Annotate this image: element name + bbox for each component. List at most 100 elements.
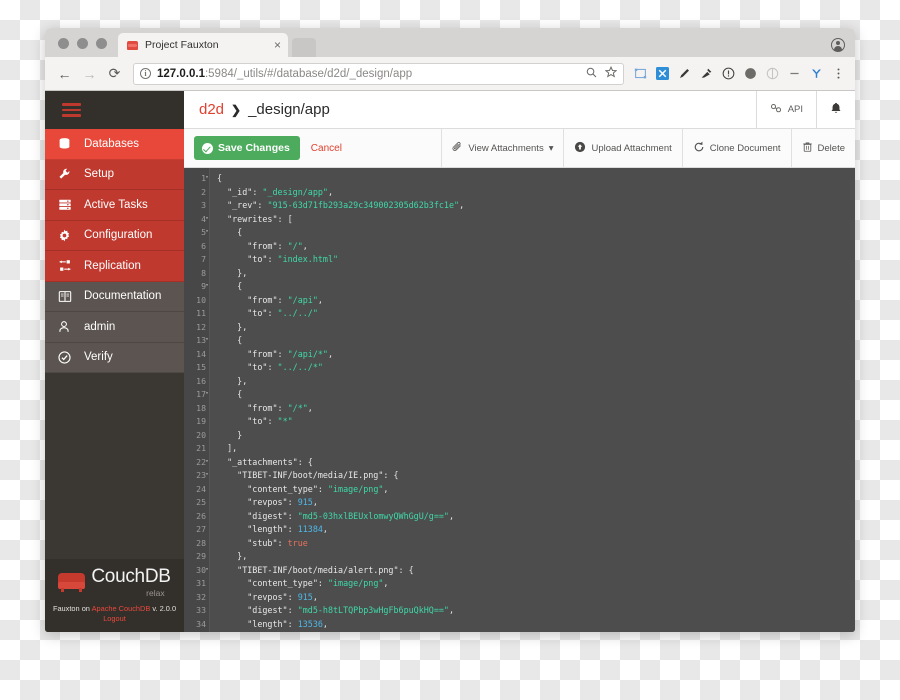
half-circle-icon[interactable] bbox=[765, 66, 780, 81]
couchdb-tagline: relax bbox=[146, 587, 165, 598]
sidebar-header bbox=[45, 91, 184, 129]
back-button[interactable]: ← bbox=[54, 63, 75, 84]
code-line: "stub": true bbox=[217, 631, 850, 632]
wrench-icon bbox=[58, 167, 77, 181]
editor-line-numbers: 1234567891011121314151617181920212223242… bbox=[184, 168, 210, 632]
line-number: 21 bbox=[196, 443, 206, 453]
delete-label: Delete bbox=[817, 142, 845, 154]
json-document-editor[interactable]: 1234567891011121314151617181920212223242… bbox=[184, 168, 855, 632]
code-line: "TIBET-INF/boot/media/alert.png": { bbox=[237, 564, 414, 575]
line-number: 17 bbox=[184, 387, 210, 402]
y-logo-icon[interactable] bbox=[809, 66, 824, 81]
main-content: d2d ❯ _design/app API Save Changes Cance… bbox=[184, 91, 855, 632]
line-number: 25 bbox=[196, 497, 206, 507]
line-number: 18 bbox=[196, 402, 206, 413]
sidebar-item-setup[interactable]: Setup bbox=[45, 159, 184, 190]
code-line: { bbox=[237, 335, 243, 345]
notifications-button[interactable] bbox=[816, 91, 855, 128]
browser-window: Project Fauxton × ← → ⟳ i 127.0.0.1:5984… bbox=[45, 28, 855, 632]
toolbar-primary-actions: Save Changes Cancel bbox=[184, 129, 441, 167]
close-icon[interactable]: × bbox=[274, 39, 281, 51]
filled-circle-icon[interactable] bbox=[743, 66, 758, 81]
bell-icon bbox=[830, 101, 842, 118]
forward-button[interactable]: → bbox=[79, 63, 100, 84]
sidebar-item-configuration[interactable]: Configuration bbox=[45, 220, 184, 251]
sidebar-item-admin[interactable]: admin bbox=[45, 312, 184, 343]
browser-tab[interactable]: Project Fauxton × bbox=[118, 33, 288, 57]
api-label: API bbox=[787, 104, 803, 115]
sidebar-item-documentation[interactable]: Documentation bbox=[45, 281, 184, 312]
stamp-icon[interactable] bbox=[699, 66, 714, 81]
sidebar-item-verify[interactable]: Verify bbox=[45, 342, 184, 373]
code-line: }, bbox=[237, 551, 248, 561]
breadcrumb-bar: d2d ❯ _design/app API bbox=[184, 91, 855, 129]
link-icon bbox=[770, 103, 783, 117]
code-line: "from": "/api/*", bbox=[247, 348, 334, 359]
sidebar-item-replication[interactable]: Replication bbox=[45, 251, 184, 282]
pencil-icon[interactable] bbox=[677, 66, 692, 81]
fauxton-app: Databases Setup Active Tasks Configurati… bbox=[45, 91, 855, 632]
browser-tabstrip: Project Fauxton × bbox=[45, 28, 855, 57]
x-blue-icon[interactable] bbox=[655, 66, 670, 81]
sidebar-item-label: Replication bbox=[84, 259, 141, 272]
url-path: :5984/_utils/#/database/d2d/_design/app bbox=[204, 67, 413, 80]
upload-circle-icon bbox=[574, 141, 586, 156]
delete-button[interactable]: Delete bbox=[790, 129, 855, 167]
editor-scrollbar[interactable] bbox=[850, 168, 855, 632]
search-icon[interactable] bbox=[586, 65, 597, 83]
page-info-icon[interactable]: i bbox=[140, 68, 151, 79]
line-number: 16 bbox=[196, 375, 206, 386]
line-number: 11 bbox=[196, 308, 206, 318]
code-line: }, bbox=[237, 375, 248, 386]
line-number: 31 bbox=[196, 578, 206, 588]
cancel-button[interactable]: Cancel bbox=[311, 143, 342, 154]
profile-icon[interactable] bbox=[831, 38, 845, 52]
sidebar-item-label: Setup bbox=[84, 168, 115, 181]
view-attachments-button[interactable]: View Attachments ▾ bbox=[441, 129, 563, 167]
line-number: 20 bbox=[196, 429, 206, 440]
minimize-window-button[interactable] bbox=[77, 38, 88, 49]
hamburger-icon[interactable] bbox=[62, 102, 81, 118]
apache-couchdb-link[interactable]: Apache CouchDB bbox=[92, 604, 151, 613]
credit-prefix: Fauxton on bbox=[52, 603, 92, 613]
close-window-button[interactable] bbox=[58, 38, 69, 49]
crop-icon[interactable] bbox=[633, 66, 648, 81]
kebab-menu-icon[interactable] bbox=[831, 66, 846, 81]
breadcrumb-database[interactable]: d2d bbox=[199, 101, 224, 118]
couch-icon bbox=[58, 572, 86, 592]
sidebar-item-label: Active Tasks bbox=[84, 198, 148, 211]
code-line: "_id": "_design/app", bbox=[227, 186, 334, 197]
logout-link[interactable]: Logout bbox=[51, 614, 178, 623]
browser-tab-title: Project Fauxton bbox=[145, 39, 219, 51]
couchdb-logo: CouchDB relax bbox=[51, 567, 178, 598]
clone-document-button[interactable]: Clone Document bbox=[681, 129, 791, 167]
code-line: "content_type": "image/png", bbox=[247, 578, 389, 588]
save-changes-label: Save Changes bbox=[218, 142, 290, 154]
zoom-window-button[interactable] bbox=[96, 38, 107, 49]
url-bar[interactable]: i 127.0.0.1:5984/_utils/#/database/d2d/_… bbox=[133, 62, 624, 85]
editor-code-area[interactable]: { "_id": "_design/app", "_rev": "915-63d… bbox=[210, 168, 850, 632]
line-number: 5 bbox=[184, 225, 210, 240]
document-toolbar: Save Changes Cancel View Attachments ▾ U bbox=[184, 129, 855, 168]
exclamation-circle-icon[interactable] bbox=[721, 66, 736, 81]
code-line: "rewrites": [ bbox=[227, 213, 293, 224]
sidebar-item-active-tasks[interactable]: Active Tasks bbox=[45, 190, 184, 221]
refresh-icon bbox=[693, 141, 705, 156]
bookmark-star-icon[interactable] bbox=[604, 65, 618, 83]
dash-icon[interactable] bbox=[787, 66, 802, 81]
code-line: }, bbox=[237, 267, 248, 278]
api-button[interactable]: API bbox=[755, 91, 816, 128]
chevron-down-icon: ▾ bbox=[548, 142, 554, 154]
reload-button[interactable]: ⟳ bbox=[104, 63, 125, 84]
sidebar-item-databases[interactable]: Databases bbox=[45, 129, 184, 160]
breadcrumb: d2d ❯ _design/app bbox=[184, 91, 756, 128]
sidebar-item-label: Configuration bbox=[84, 229, 153, 242]
save-changes-button[interactable]: Save Changes bbox=[194, 136, 300, 160]
code-line: "length": 11384, bbox=[247, 524, 328, 534]
book-icon bbox=[58, 290, 77, 303]
tasks-icon bbox=[58, 198, 77, 211]
upload-attachment-button[interactable]: Upload Attachment bbox=[563, 129, 681, 167]
new-tab-button[interactable] bbox=[292, 38, 316, 57]
code-line: "_rev": "915-63d71fb293a29c349002305d62b… bbox=[227, 200, 465, 210]
line-number: 3 bbox=[201, 200, 206, 210]
